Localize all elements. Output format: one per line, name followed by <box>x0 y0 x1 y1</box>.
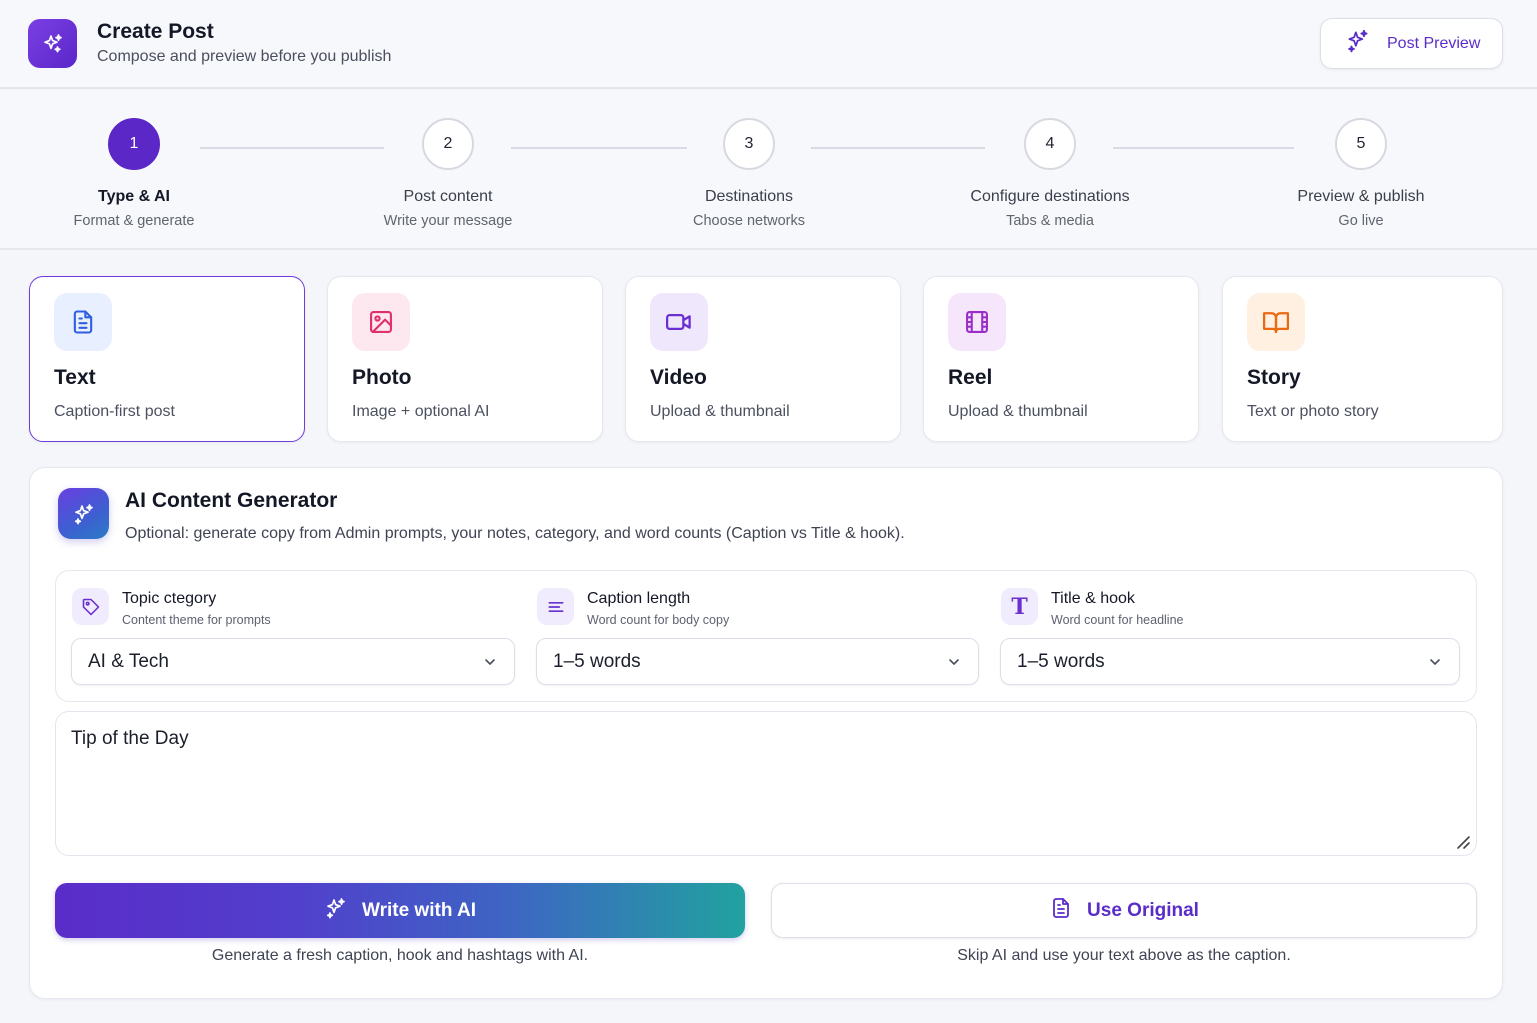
tag-icon <box>72 588 109 625</box>
use-original-button[interactable]: Use Original <box>771 883 1477 938</box>
document-icon <box>1049 896 1073 925</box>
step-subtitle: Format & generate <box>73 213 195 229</box>
option-label: Topic ctegory <box>122 590 217 607</box>
step-number: 4 <box>1024 118 1076 170</box>
post-type-text-card[interactable]: Text Caption-first post <box>29 276 305 442</box>
write-with-ai-button[interactable]: Write with AI <box>55 883 745 938</box>
topic-category-select[interactable]: AI & Tech <box>71 638 515 685</box>
post-type-description: Upload & thumbnail <box>948 403 1088 420</box>
select-value: 1–5 words <box>553 650 641 672</box>
post-type-name: Text <box>54 366 96 389</box>
page-subtitle: Compose and preview before you publish <box>97 48 392 65</box>
use-original-hint: Skip AI and use your text above as the c… <box>957 947 1291 964</box>
post-preview-button[interactable]: Post Preview <box>1320 18 1503 69</box>
sparkles-logo-icon <box>28 19 77 68</box>
post-type-name: Story <box>1247 366 1301 389</box>
text-type-icon: T <box>1001 588 1038 625</box>
post-preview-label: Post Preview <box>1387 34 1481 52</box>
title-hook-select[interactable]: 1–5 words <box>1000 638 1460 685</box>
chevron-down-icon <box>482 654 498 675</box>
page-title: Create Post <box>97 20 214 43</box>
post-type-description: Text or photo story <box>1247 403 1379 420</box>
post-type-name: Reel <box>948 366 993 389</box>
sparkles-icon <box>1345 28 1371 59</box>
option-hint: Word count for body copy <box>587 613 730 627</box>
video-camera-icon <box>650 293 708 351</box>
sparkles-icon <box>324 896 348 925</box>
write-with-ai-label: Write with AI <box>362 899 476 921</box>
step-number: 2 <box>422 118 474 170</box>
app-header: Create Post Compose and preview before y… <box>0 0 1537 89</box>
post-type-description: Upload & thumbnail <box>650 403 790 420</box>
step-number: 5 <box>1335 118 1387 170</box>
sparkles-icon <box>58 488 109 539</box>
title-hook-group: T Title & hook Word count for headline 1… <box>985 571 1460 701</box>
step-post-content[interactable]: 2 Post content Write your message <box>338 118 558 229</box>
write-with-ai-hint: Generate a fresh caption, hook and hasht… <box>211 947 589 964</box>
post-type-photo-card[interactable]: Photo Image + optional AI <box>327 276 603 442</box>
step-subtitle: Write your message <box>383 213 513 229</box>
option-hint: Content theme for prompts <box>122 613 271 627</box>
step-preview-publish[interactable]: 5 Preview & publish Go live <box>1251 118 1471 229</box>
step-destinations[interactable]: 3 Destinations Choose networks <box>639 118 859 229</box>
ai-options-box: Topic ctegory Content theme for prompts … <box>55 570 1477 702</box>
ai-generator-title: AI Content Generator <box>125 489 338 512</box>
step-type-ai[interactable]: 1 Type & AI Format & generate <box>24 118 244 229</box>
align-left-icon <box>537 588 574 625</box>
ai-notes-textarea[interactable] <box>55 711 1477 856</box>
select-value: AI & Tech <box>88 650 169 672</box>
post-type-description: Caption-first post <box>54 403 175 420</box>
step-title: Preview & publish <box>1297 188 1425 205</box>
step-subtitle: Go live <box>1338 213 1384 229</box>
post-type-video-card[interactable]: Video Upload & thumbnail <box>625 276 901 442</box>
step-title: Configure destinations <box>970 188 1130 205</box>
caption-length-group: Caption length Word count for body copy … <box>521 571 979 701</box>
post-type-reel-card[interactable]: Reel Upload & thumbnail <box>923 276 1199 442</box>
step-title: Destinations <box>704 188 794 205</box>
chevron-down-icon <box>1427 654 1443 675</box>
ai-generator-description: Optional: generate copy from Admin promp… <box>125 525 905 542</box>
topic-category-group: Topic ctegory Content theme for prompts … <box>56 571 515 701</box>
option-label: Title & hook <box>1051 590 1135 607</box>
ai-content-generator-panel: AI Content Generator Optional: generate … <box>29 467 1503 999</box>
post-type-name: Video <box>650 366 707 389</box>
option-label: Caption length <box>587 590 691 607</box>
step-number: 1 <box>108 118 160 170</box>
chevron-down-icon <box>946 654 962 675</box>
step-configure-destinations[interactable]: 4 Configure destinations Tabs & media <box>940 118 1160 229</box>
step-subtitle: Choose networks <box>692 213 806 229</box>
step-title: Type & AI <box>97 188 170 205</box>
option-hint: Word count for headline <box>1051 613 1184 627</box>
post-type-story-card[interactable]: Story Text or photo story <box>1222 276 1503 442</box>
step-number: 3 <box>723 118 775 170</box>
film-icon <box>948 293 1006 351</box>
step-subtitle: Tabs & media <box>1006 213 1094 229</box>
book-open-icon <box>1247 293 1305 351</box>
post-type-name: Photo <box>352 366 412 389</box>
step-title: Post content <box>403 188 493 205</box>
image-icon <box>352 293 410 351</box>
post-type-description: Image + optional AI <box>352 403 490 420</box>
use-original-label: Use Original <box>1087 899 1199 921</box>
resize-handle-icon[interactable] <box>1455 834 1471 855</box>
caption-length-select[interactable]: 1–5 words <box>536 638 979 685</box>
progress-stepper: 1 Type & AI Format & generate 2 Post con… <box>0 90 1537 250</box>
document-icon <box>54 293 112 351</box>
select-value: 1–5 words <box>1017 650 1105 672</box>
